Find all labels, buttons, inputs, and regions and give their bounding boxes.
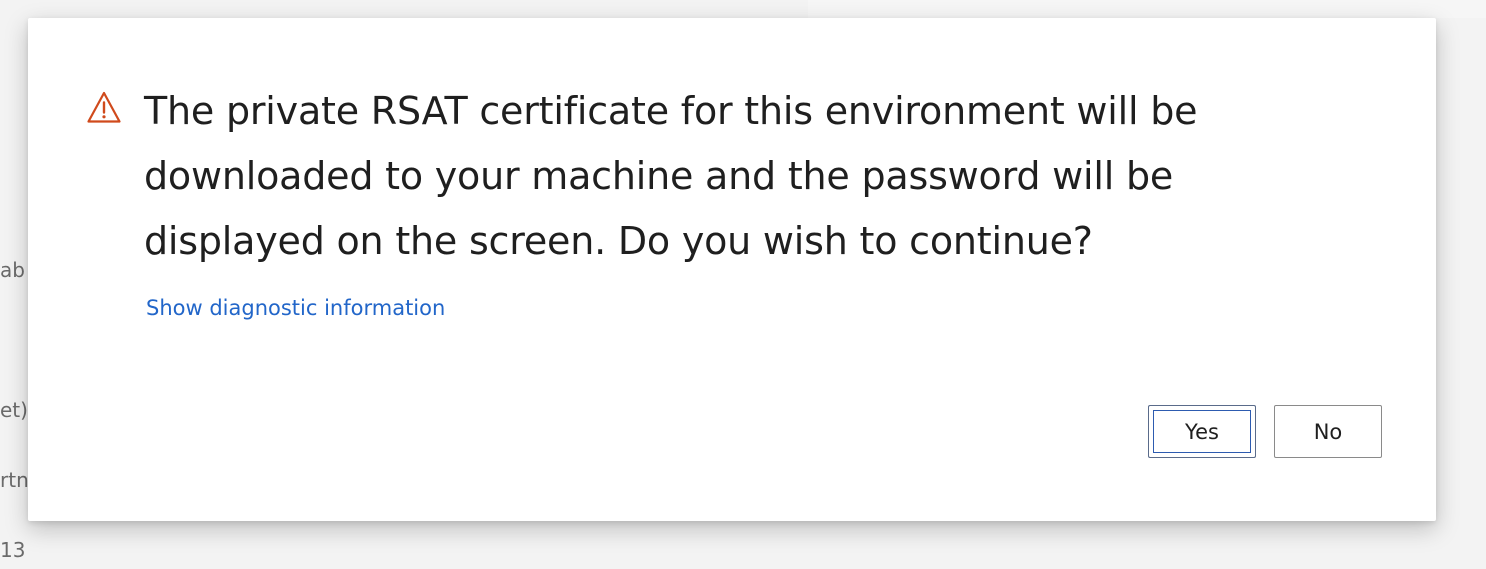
- warning-triangle-icon: [86, 90, 122, 126]
- yes-button[interactable]: Yes: [1148, 405, 1256, 458]
- confirmation-dialog: The private RSAT certificate for this en…: [28, 18, 1436, 521]
- dialog-message: The private RSAT certificate for this en…: [144, 89, 1198, 263]
- background-header-band: [808, 0, 1486, 18]
- show-diagnostic-information-link[interactable]: Show diagnostic information: [146, 296, 445, 320]
- no-button[interactable]: No: [1274, 405, 1382, 458]
- background-text-fragment: et): [0, 398, 28, 422]
- background-text-fragment: 13: [0, 538, 26, 562]
- background-text-fragment: ab: [0, 258, 25, 282]
- background-text-fragment: rtn: [0, 468, 29, 492]
